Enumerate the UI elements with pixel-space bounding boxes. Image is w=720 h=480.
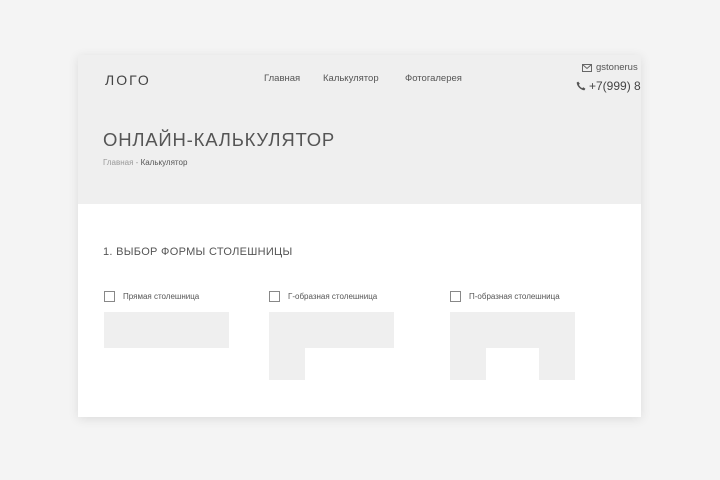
shape-l-shaped[interactable] (269, 312, 394, 380)
shape-straight-body (104, 312, 229, 348)
breadcrumb-separator: - (133, 158, 141, 167)
page-title: ОНЛАЙН-КАЛЬКУЛЯТОР (103, 129, 336, 150)
checkbox-straight[interactable] (104, 291, 115, 302)
option-straight[interactable]: Прямая столешница (104, 291, 199, 302)
nav-link-home[interactable]: Главная (264, 73, 300, 84)
phone-icon (576, 81, 586, 91)
shape-u-shaped[interactable] (450, 312, 575, 380)
shape-l-leg (269, 348, 305, 380)
envelope-icon (582, 63, 592, 72)
nav-link-gallery[interactable]: Фотогалерея (405, 73, 462, 84)
contact-email[interactable]: gstonerus (582, 62, 638, 73)
shape-u-top (450, 312, 575, 348)
breadcrumb: Главная - Калькулятор (103, 158, 187, 167)
nav-link-calculator[interactable]: Калькулятор (323, 73, 379, 84)
browser-window: ЛОГО Главная Калькулятор Фотогалерея gst… (78, 55, 641, 417)
shape-u-left-leg (450, 348, 486, 380)
email-text: gstonerus (596, 62, 638, 73)
shape-straight[interactable] (104, 312, 229, 348)
option-label-l-shaped: Г-образная столешница (288, 292, 378, 301)
option-label-straight: Прямая столешница (123, 292, 200, 301)
shape-l-top (269, 312, 394, 348)
breadcrumb-home[interactable]: Главная (103, 158, 133, 167)
section-title: 1. ВЫБОР ФОРМЫ СТОЛЕШНИЦЫ (103, 246, 293, 258)
checkbox-l-shaped[interactable] (269, 291, 280, 302)
option-u-shaped[interactable]: П-образная столешница (450, 291, 560, 302)
phone-text: +7(999) 8 (589, 79, 641, 93)
breadcrumb-current: Калькулятор (140, 158, 188, 167)
option-l-shaped[interactable]: Г-образная столешница (269, 291, 377, 302)
hero-section: ЛОГО Главная Калькулятор Фотогалерея gst… (78, 55, 641, 204)
contact-phone[interactable]: +7(999) 8 (576, 79, 641, 93)
shape-u-right-leg (539, 348, 575, 380)
logo[interactable]: ЛОГО (105, 72, 151, 88)
checkbox-u-shaped[interactable] (450, 291, 461, 302)
option-label-u-shaped: П-образная столешница (469, 292, 560, 301)
